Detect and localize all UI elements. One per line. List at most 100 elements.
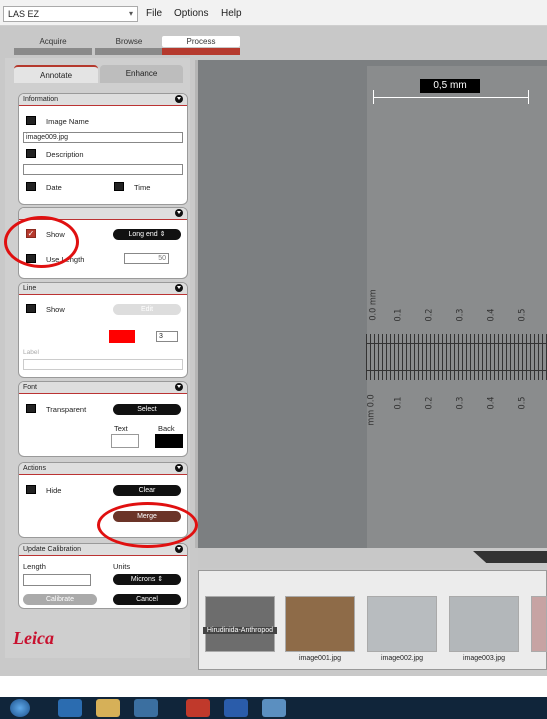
date-checkbox[interactable] [26,182,36,191]
font-header: Font [19,382,187,394]
thumbnail-image[interactable] [531,596,547,652]
browser-icon[interactable] [58,699,82,717]
collapse-icon[interactable] [175,209,183,217]
font-select-button[interactable]: Select [113,404,181,415]
date-label: Date [46,183,62,192]
media-player-icon[interactable] [134,699,158,717]
units-select[interactable]: Microns ⇕ [113,574,181,585]
leica-logo: Leica [13,628,54,648]
line-header: Line [19,283,187,295]
tab-acquire-bar [14,48,92,55]
line-show-label: Show [46,305,65,314]
scalebar-style-select[interactable]: Long end ⇕ [113,229,181,240]
text-color-swatch[interactable] [111,434,139,448]
strip-toggle[interactable] [473,551,547,563]
calibration-length-field[interactable] [23,574,91,586]
window-icon[interactable] [262,699,286,717]
line-label-field[interactable] [23,359,183,370]
line-mode-select[interactable]: Edit [113,304,181,315]
word-icon[interactable] [224,699,248,717]
scalebar-style-value: Long end [128,231,158,238]
tab-process-bar [162,48,240,55]
line-show-checkbox[interactable] [26,304,36,313]
image-name-field[interactable]: image009.jpg [23,132,183,143]
collapse-icon[interactable] [175,95,183,103]
upper-tick-label: 0.0 mm [368,289,379,321]
calibration-title: Update Calibration [23,546,81,553]
thumbnail-image[interactable] [449,596,519,652]
font-title: Font [23,384,38,391]
micrograph-image [367,66,547,548]
line-title: Line [23,285,37,292]
chevron-down-icon: ▾ [128,9,133,18]
tab-browse-bar [95,48,163,55]
collapse-icon[interactable] [175,545,183,553]
transparent-label: Transparent [46,405,87,414]
thumbnail-image[interactable] [205,596,275,652]
thumbnail-caption: image002.jpg [380,655,424,662]
actions-title: Actions [23,465,46,472]
menu-options[interactable]: Options [174,8,208,19]
upper-tick-label: 0.2 [424,308,435,322]
description-checkbox[interactable] [26,149,36,158]
clear-button[interactable]: Clear [113,485,181,496]
line-group: Line Show Edit 3 Label [18,282,188,378]
app-selector[interactable]: LAS EZ ▾ [3,6,138,22]
scale-bar-left-end [373,90,374,104]
collapse-icon[interactable] [175,464,183,472]
units-value: Microns [130,576,156,583]
thumbnail-caption: image003.jpg [462,655,506,662]
back-color-swatch[interactable] [155,434,183,448]
thumbnail-caption: Hirudinida-Anthropod [203,627,277,634]
lower-tick-label: 0.3 [455,396,466,410]
information-group: Information Image Name image009.jpg Desc… [18,93,188,205]
tab-process[interactable]: Process [162,36,240,47]
text-color-label: Text [114,424,128,433]
app-icon[interactable] [186,699,210,717]
transparent-checkbox[interactable] [26,404,36,413]
line-mode-value: Edit [140,306,154,313]
thumbnail-image[interactable] [285,596,355,652]
subtab-annotate[interactable]: Annotate [14,65,98,83]
highlight-ring-merge [97,502,198,548]
subtab-enhance[interactable]: Enhance [100,65,183,83]
line-width-field[interactable]: 3 [156,331,178,342]
upper-tick-label: 0.5 [517,308,528,322]
splitter[interactable] [195,60,198,548]
menu-bar: LAS EZ ▾ File Options Help [0,0,547,26]
workflow-tabs: Acquire Browse Process [0,26,547,60]
lower-tick-label: mm 0.0 [366,394,377,426]
scale-label: 0,5 mm [420,79,480,93]
hide-checkbox[interactable] [26,485,36,494]
line-color-swatch[interactable] [109,330,135,343]
menu-help[interactable]: Help [221,8,242,19]
status-area [0,676,547,697]
description-label: Description [46,150,84,159]
collapse-icon[interactable] [175,383,183,391]
calibration-cancel-button[interactable]: Cancel [113,594,181,605]
thumbnail-strip-header [198,548,547,568]
use-length-field[interactable]: 50 [124,253,169,264]
thumbnail-image[interactable] [367,596,437,652]
lower-tick-label: 0.4 [486,396,497,410]
collapse-icon[interactable] [175,284,183,292]
line-label-label: Label [23,349,39,356]
thumbnail-gallery: Hirudinida-Anthropod image001.jpg image0… [198,570,547,670]
scale-bar-line [373,97,529,98]
tab-browse[interactable]: Browse [95,36,163,47]
menu-file[interactable]: File [146,8,162,19]
image-name-checkbox[interactable] [26,116,36,125]
time-checkbox[interactable] [114,182,124,191]
folder-icon[interactable] [96,699,120,717]
information-header: Information [19,94,187,106]
start-icon[interactable] [10,699,30,717]
upper-tick-label: 0.4 [486,308,497,322]
taskbar [0,697,547,719]
lower-tick-label: 0.1 [393,396,404,410]
thumbnail-caption: image001.jpg [298,655,342,662]
tab-acquire[interactable]: Acquire [14,36,92,47]
upper-tick-label: 0.1 [393,308,404,322]
calibrate-button[interactable]: Calibrate [23,594,97,605]
description-field[interactable] [23,164,183,175]
lower-tick-label: 0.2 [424,396,435,410]
